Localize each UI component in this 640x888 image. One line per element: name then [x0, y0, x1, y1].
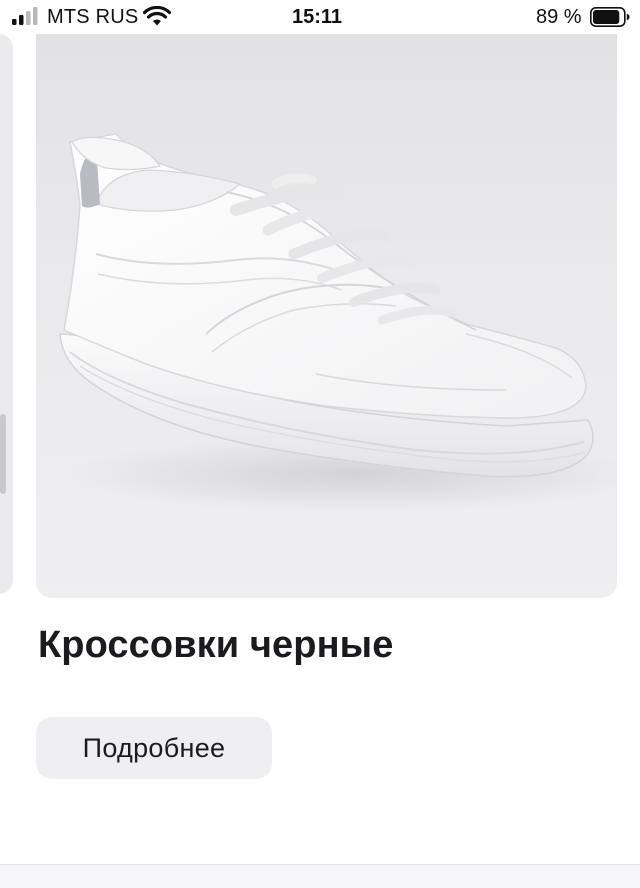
- previous-card-image-fragment: [0, 414, 6, 494]
- more-details-button[interactable]: Подробнее: [36, 717, 272, 779]
- signal-bars-icon: [12, 7, 38, 25]
- clock-time: 15:11: [292, 6, 343, 28]
- white-sneaker-image: [59, 133, 617, 512]
- carrier-name: MTS RUS: [47, 6, 139, 28]
- bottom-bar-edge: [0, 864, 640, 888]
- status-bar: MTS RUS 15:11 89 %: [0, 0, 640, 34]
- previous-card-edge[interactable]: [0, 34, 13, 594]
- wifi-icon: [143, 6, 171, 26]
- battery-percentage: 89 %: [536, 6, 582, 28]
- battery-icon: [590, 7, 630, 27]
- product-title: Кроссовки черные: [38, 624, 394, 666]
- product-image-card[interactable]: [36, 34, 617, 598]
